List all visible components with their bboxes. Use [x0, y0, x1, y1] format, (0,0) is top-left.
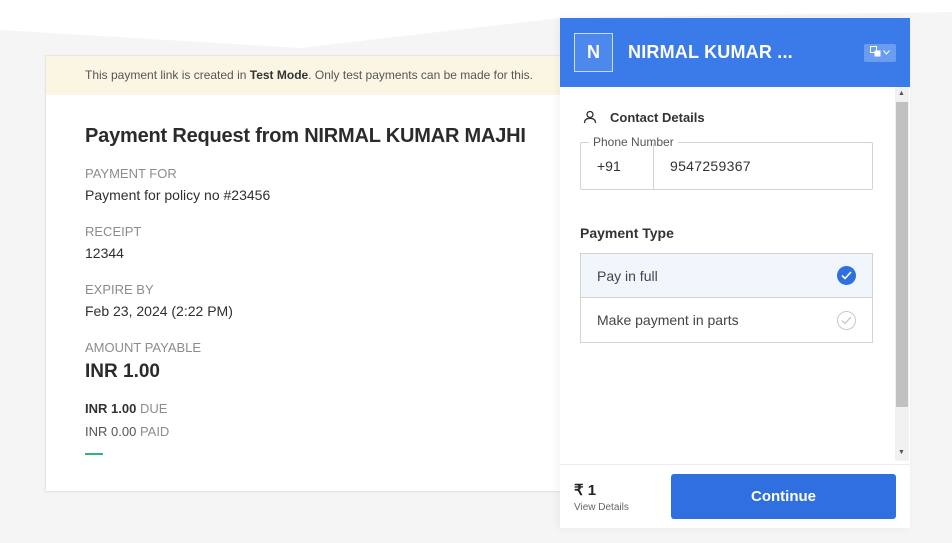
- scrollbar-thumb[interactable]: [896, 102, 908, 407]
- total-price: ₹ 1: [574, 481, 597, 499]
- payment-for-value: Payment for policy no #23456: [85, 187, 271, 203]
- view-details-link[interactable]: View Details: [574, 502, 671, 513]
- paid-amount: INR 0.00: [85, 424, 137, 439]
- amount-payable-label: AMOUNT PAYABLE: [85, 340, 202, 355]
- payment-request-card: This payment link is created in Test Mod…: [45, 55, 580, 492]
- checkout-panel: N NIRMAL KUMAR ... Contact Details Phone…: [560, 18, 910, 528]
- continue-button[interactable]: Continue: [671, 474, 896, 519]
- checkout-body: Contact Details Phone Number +91 9547259…: [560, 87, 910, 461]
- payment-for-label: PAYMENT FOR: [85, 166, 177, 181]
- merchant-logo: N: [574, 33, 613, 72]
- price-block: ₹ 1 View Details: [574, 481, 671, 513]
- scroll-up-icon[interactable]: ▲: [898, 90, 905, 97]
- amount-payable-value: INR 1.00: [85, 361, 160, 382]
- option-pay-in-parts[interactable]: Make payment in parts: [580, 298, 873, 343]
- merchant-name: NIRMAL KUMAR ...: [628, 42, 793, 62]
- translate-icon: [870, 45, 881, 60]
- phone-field[interactable]: Phone Number +91 9547259367: [580, 135, 873, 190]
- page-title: Payment Request from NIRMAL KUMAR MAJHI: [85, 125, 526, 147]
- receipt-value: 12344: [85, 245, 124, 261]
- check-unselected-icon: [837, 310, 856, 330]
- user-icon: [580, 107, 600, 127]
- option-pay-in-full[interactable]: Pay in full: [580, 253, 873, 298]
- receipt-label: RECEIPT: [85, 224, 142, 239]
- due-amount: INR 1.00: [85, 401, 137, 416]
- scroll-down-icon[interactable]: ▼: [898, 449, 905, 456]
- checkout-header: N NIRMAL KUMAR ...: [560, 18, 910, 87]
- paid-label: PAID: [139, 424, 170, 439]
- option-label: Make payment in parts: [597, 312, 739, 328]
- payment-type-title: Payment Type: [580, 225, 674, 241]
- country-code-selector[interactable]: +91: [581, 143, 654, 189]
- language-selector[interactable]: [864, 43, 896, 62]
- due-label: DUE: [139, 401, 168, 416]
- payment-progress-bar: [85, 453, 103, 455]
- expire-by-label: EXPIRE BY: [85, 282, 154, 297]
- chevron-down-icon: [883, 47, 890, 58]
- test-mode-label: Test Mode: [249, 68, 309, 82]
- check-selected-icon: [837, 266, 856, 285]
- test-mode-banner: This payment link is created in Test Mod…: [46, 56, 579, 95]
- contact-details-header: Contact Details: [580, 107, 705, 127]
- checkout-footer: ₹ 1 View Details Continue: [560, 464, 910, 528]
- expire-by-value: Feb 23, 2024 (2:22 PM): [85, 303, 233, 319]
- option-label: Pay in full: [597, 267, 658, 284]
- due-summary: INR 1.00 DUE: [85, 401, 579, 416]
- request-details: Payment Request from NIRMAL KUMAR MAJHI …: [46, 95, 579, 455]
- scrollbar[interactable]: ▲ ▼: [895, 87, 909, 461]
- contact-details-title: Contact Details: [610, 109, 705, 125]
- paid-summary: INR 0.00 PAID: [85, 424, 579, 439]
- phone-number-input[interactable]: 9547259367: [670, 143, 751, 189]
